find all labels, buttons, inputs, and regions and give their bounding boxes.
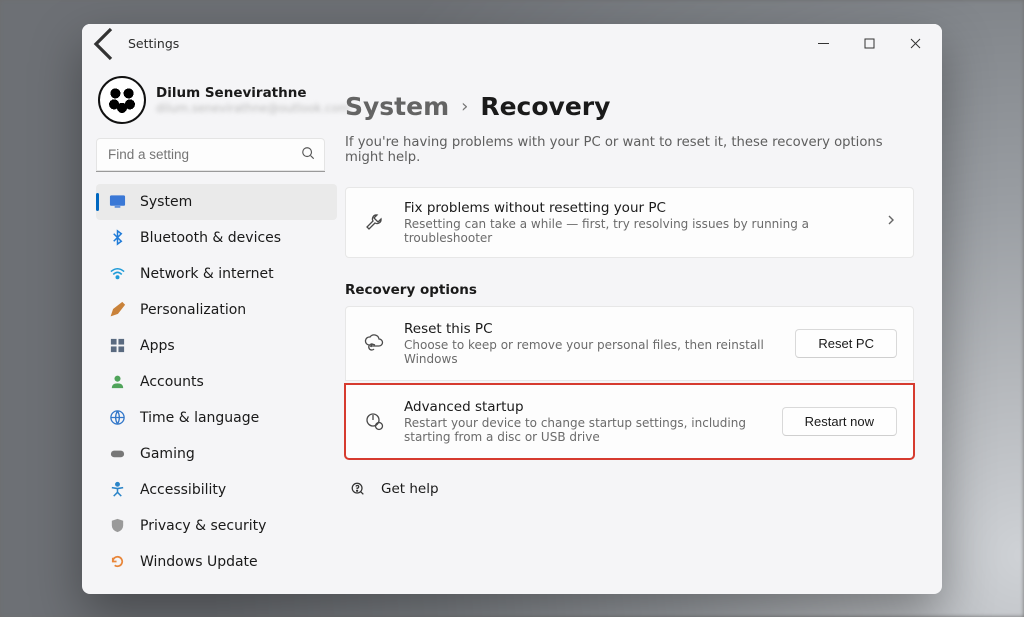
- troubleshoot-desc: Resetting can take a while — first, try …: [404, 217, 867, 245]
- cloud-reset-icon: [362, 332, 386, 354]
- minimize-button[interactable]: [800, 28, 846, 60]
- sidebar-item-label: System: [140, 194, 192, 210]
- reset-pc-button[interactable]: Reset PC: [795, 329, 897, 358]
- shield-icon: [108, 517, 126, 535]
- accessibility-icon: [108, 481, 126, 499]
- troubleshoot-title: Fix problems without resetting your PC: [404, 200, 867, 216]
- help-icon: [349, 481, 367, 497]
- advanced-startup-title: Advanced startup: [404, 399, 764, 415]
- back-button[interactable]: [86, 24, 126, 64]
- wifi-icon: [108, 265, 126, 283]
- minimize-icon: [818, 38, 829, 49]
- globe-icon: [108, 409, 126, 427]
- sidebar-item-label: Accounts: [140, 374, 204, 390]
- sidebar-item-windows-update[interactable]: Windows Update: [96, 544, 337, 580]
- sidebar: Dilum Senevirathne dilum.senevirathne@ou…: [82, 64, 337, 594]
- advanced-startup-row: Advanced startup Restart your device to …: [345, 384, 914, 459]
- nav-list: System Bluetooth & devices Network & int…: [96, 184, 337, 580]
- apps-icon: [108, 337, 126, 355]
- sidebar-item-personalization[interactable]: Personalization: [96, 292, 337, 328]
- reset-pc-title: Reset this PC: [404, 321, 777, 337]
- recovery-section-label: Recovery options: [345, 282, 914, 298]
- sidebar-item-label: Network & internet: [140, 266, 274, 282]
- sidebar-item-network[interactable]: Network & internet: [96, 256, 337, 292]
- sidebar-item-label: Windows Update: [140, 554, 258, 570]
- back-arrow-icon: [86, 24, 126, 64]
- settings-window: Settings Dilum Senevirathne dilum.senevi…: [82, 24, 942, 594]
- wrench-icon: [362, 212, 386, 232]
- power-gear-icon: [362, 410, 386, 432]
- maximize-icon: [864, 38, 875, 49]
- sidebar-item-label: Gaming: [140, 446, 195, 462]
- close-icon: [910, 38, 921, 49]
- sidebar-item-label: Time & language: [140, 410, 259, 426]
- advanced-startup-desc: Restart your device to change startup se…: [404, 416, 764, 444]
- bluetooth-icon: [108, 229, 126, 247]
- sidebar-item-label: Bluetooth & devices: [140, 230, 281, 246]
- chevron-right-icon: ›: [461, 96, 468, 117]
- sidebar-item-label: Personalization: [140, 302, 246, 318]
- reset-pc-desc: Choose to keep or remove your personal f…: [404, 338, 777, 366]
- sidebar-item-label: Apps: [140, 338, 175, 354]
- recovery-options-group: Reset this PC Choose to keep or remove y…: [345, 306, 914, 459]
- get-help-link[interactable]: Get help: [345, 481, 914, 497]
- brush-icon: [108, 301, 126, 319]
- sidebar-item-accessibility[interactable]: Accessibility: [96, 472, 337, 508]
- close-button[interactable]: [892, 28, 938, 60]
- person-icon: [108, 373, 126, 391]
- profile-email: dilum.senevirathne@outlook.com: [156, 101, 350, 115]
- sidebar-item-apps[interactable]: Apps: [96, 328, 337, 364]
- sidebar-item-accounts[interactable]: Accounts: [96, 364, 337, 400]
- search-input[interactable]: [96, 138, 325, 172]
- sidebar-item-system[interactable]: System: [96, 184, 337, 220]
- app-title: Settings: [128, 36, 179, 51]
- breadcrumb: System › Recovery: [345, 92, 914, 121]
- sidebar-item-bluetooth[interactable]: Bluetooth & devices: [96, 220, 337, 256]
- restart-now-button[interactable]: Restart now: [782, 407, 897, 436]
- profile-name: Dilum Senevirathne: [156, 85, 350, 101]
- reset-pc-row: Reset this PC Choose to keep or remove y…: [345, 306, 914, 381]
- sidebar-item-time-language[interactable]: Time & language: [96, 400, 337, 436]
- sidebar-item-label: Accessibility: [140, 482, 226, 498]
- chevron-right-icon: [885, 214, 897, 230]
- profile-block[interactable]: Dilum Senevirathne dilum.senevirathne@ou…: [96, 70, 337, 138]
- search-container: [96, 138, 325, 172]
- main-content: System › Recovery If you're having probl…: [337, 64, 942, 594]
- get-help-label: Get help: [381, 481, 439, 497]
- sidebar-item-label: Privacy & security: [140, 518, 266, 534]
- system-icon: [108, 193, 126, 211]
- breadcrumb-parent[interactable]: System: [345, 92, 449, 121]
- gamepad-icon: [108, 445, 126, 463]
- update-icon: [108, 553, 126, 571]
- page-subtext: If you're having problems with your PC o…: [345, 135, 914, 165]
- troubleshoot-card[interactable]: Fix problems without resetting your PC R…: [345, 187, 914, 258]
- page-title: Recovery: [480, 92, 610, 121]
- sidebar-item-privacy[interactable]: Privacy & security: [96, 508, 337, 544]
- avatar: [98, 76, 146, 124]
- maximize-button[interactable]: [846, 28, 892, 60]
- sidebar-item-gaming[interactable]: Gaming: [96, 436, 337, 472]
- titlebar: Settings: [82, 24, 942, 64]
